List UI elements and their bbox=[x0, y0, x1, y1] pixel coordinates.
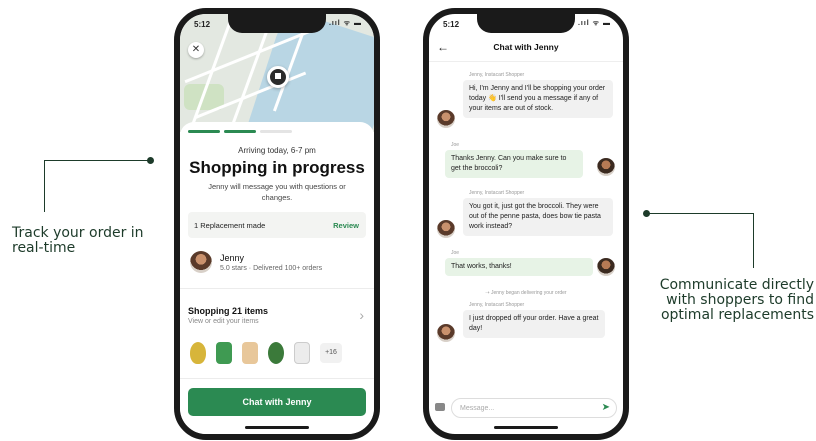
progress-step-done bbox=[188, 130, 220, 133]
review-link[interactable]: Review bbox=[333, 221, 359, 230]
system-message: ⇢ Jenny began delivering your order bbox=[429, 290, 623, 296]
callout-left-connector-h bbox=[44, 160, 148, 161]
callout-left-dot bbox=[147, 157, 154, 164]
more-items-badge: +16 bbox=[320, 343, 342, 363]
message-sender: Jenny, Instacart Shopper bbox=[469, 190, 525, 196]
replacement-banner: 1 Replacement made Review bbox=[188, 212, 366, 238]
replacement-label: 1 Replacement made bbox=[194, 221, 266, 230]
avatar bbox=[190, 251, 212, 273]
items-title[interactable]: Shopping 21 items bbox=[188, 306, 268, 316]
callout-right-connector-v bbox=[753, 213, 754, 268]
pear-icon bbox=[190, 342, 206, 364]
chips-bag-icon bbox=[216, 342, 232, 364]
customer-avatar bbox=[597, 158, 615, 176]
chat-title: Chat with Jenny bbox=[493, 42, 559, 52]
shopper-name: Jenny bbox=[220, 253, 245, 263]
message-sender: Joe bbox=[451, 142, 460, 148]
message-outgoing: Joe Thanks Jenny. Can you make sure to g… bbox=[429, 142, 623, 186]
message-outgoing: Joe That works, thanks! bbox=[429, 250, 623, 284]
progress-step-pending bbox=[260, 130, 292, 133]
callout-left-connector-v bbox=[44, 160, 45, 212]
shopper-avatar bbox=[437, 110, 455, 128]
message-incoming: Jenny, Instacart Shopper I just dropped … bbox=[429, 302, 623, 346]
divider bbox=[180, 288, 374, 289]
paper-towel-icon bbox=[294, 342, 310, 364]
message-composer: Message... ➤ bbox=[435, 398, 617, 418]
chat-header: ← Chat with Jenny bbox=[429, 36, 623, 62]
message-bubble: I just dropped off your order. Have a gr… bbox=[463, 310, 605, 338]
customer-avatar bbox=[597, 258, 615, 276]
broccoli-icon bbox=[268, 342, 284, 364]
progress-step-done bbox=[224, 130, 256, 133]
callout-communicate: Communicate directly with shoppers to fi… bbox=[659, 277, 814, 323]
home-indicator bbox=[494, 426, 558, 429]
status-bar: 5:12 .ııl ᯤ ▬ bbox=[429, 18, 623, 32]
shopper-avatar bbox=[437, 324, 455, 342]
message-bubble: That works, thanks! bbox=[445, 258, 593, 276]
message-sender: Jenny, Instacart Shopper bbox=[469, 72, 525, 78]
message-input[interactable]: Message... ➤ bbox=[451, 398, 617, 418]
home-indicator bbox=[245, 426, 309, 429]
message-sender: Joe bbox=[451, 250, 460, 256]
system-message-text: Jenny began delivering your order bbox=[490, 290, 567, 296]
message-bubble: You got it, just got the broccoli. They … bbox=[463, 198, 613, 236]
message-placeholder: Message... bbox=[460, 405, 495, 412]
message-incoming: Jenny, Instacart Shopper Hi, I'm Jenny a… bbox=[429, 72, 623, 136]
message-bubble: Hi, I'm Jenny and I'll be shopping your … bbox=[463, 80, 613, 118]
jar-icon bbox=[242, 342, 258, 364]
close-icon[interactable]: ✕ bbox=[188, 42, 204, 58]
items-subtitle: View or edit your items bbox=[188, 318, 259, 325]
order-progress-bar bbox=[188, 130, 292, 133]
chat-with-shopper-button[interactable]: Chat with Jenny bbox=[188, 388, 366, 416]
message-sender: Jenny, Instacart Shopper bbox=[469, 302, 525, 308]
shopper-avatar bbox=[437, 220, 455, 238]
status-bar: 5:12 .ııl ᯤ ▬ bbox=[180, 18, 374, 32]
callout-right-connector-h bbox=[648, 213, 754, 214]
status-icons: .ııl ᯤ ▬ bbox=[577, 20, 611, 27]
status-subtitle: Jenny will message you with questions or… bbox=[208, 182, 346, 202]
shopper-card[interactable]: Jenny 5.0 stars · Delivered 100+ orders bbox=[190, 248, 364, 278]
message-bubble: Thanks Jenny. Can you make sure to get t… bbox=[445, 150, 583, 178]
status-time: 5:12 bbox=[443, 20, 460, 29]
message-incoming: Jenny, Instacart Shopper You got it, jus… bbox=[429, 190, 623, 246]
order-status-sheet: Arriving today, 6-7 pm Shopping in progr… bbox=[180, 122, 374, 434]
phone-order-tracking: 5:12 .ııl ᯤ ▬ ✕ Arriving today, 6-7 pm S… bbox=[174, 8, 380, 440]
chevron-right-icon[interactable]: › bbox=[359, 307, 364, 323]
status-icons: .ııl ᯤ ▬ bbox=[328, 20, 362, 27]
home-pin-icon bbox=[267, 66, 289, 88]
send-icon[interactable]: ➤ bbox=[602, 402, 610, 413]
page-title: Shopping in progress bbox=[189, 158, 365, 177]
camera-icon[interactable] bbox=[435, 403, 445, 411]
status-time: 5:12 bbox=[194, 20, 211, 29]
arrival-time: Arriving today, 6-7 pm bbox=[238, 146, 316, 155]
shopper-stats: 5.0 stars · Delivered 100+ orders bbox=[220, 265, 323, 272]
callout-track-order: Track your order in real-time bbox=[12, 225, 144, 256]
divider bbox=[180, 378, 374, 379]
phone-chat: 5:12 .ııl ᯤ ▬ ← Chat with Jenny Jenny, I… bbox=[423, 8, 629, 440]
product-thumbnails[interactable]: +16 bbox=[190, 340, 364, 366]
